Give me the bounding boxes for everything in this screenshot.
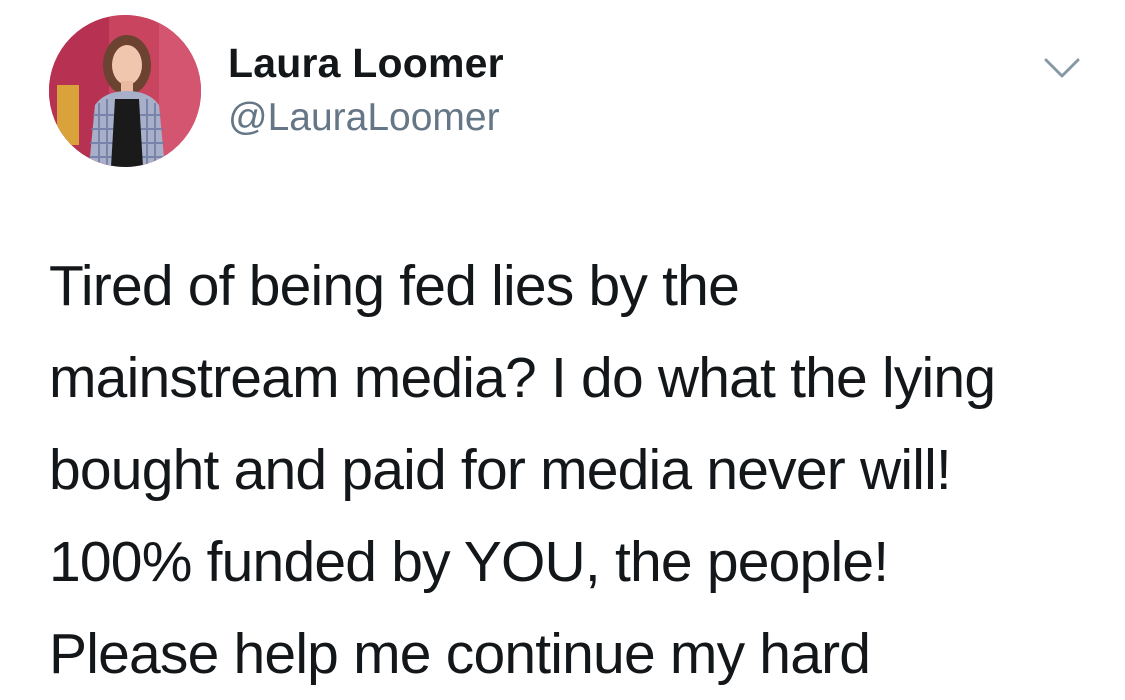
avatar[interactable] (49, 15, 201, 167)
tweet-text: Tired of being fed lies by the mainstrea… (49, 240, 1109, 700)
tweet-text-line: 100% funded by YOU, the people! (49, 530, 889, 594)
author-display-name[interactable]: Laura Loomer (228, 40, 504, 87)
tweet-text-line: mainstream media? I do what the lying (49, 346, 996, 410)
avatar-photo (49, 15, 201, 167)
tweet-text-line: bought and paid for media never will! (49, 438, 952, 502)
chevron-down-icon[interactable] (1040, 50, 1084, 86)
author-handle[interactable]: @LauraLoomer (228, 96, 500, 140)
tweet-header: Laura Loomer @LauraLoomer (0, 0, 1125, 200)
tweet-text-line: Tired of being fed lies by the (49, 254, 740, 318)
tweet-text-line: Please help me continue my hard (49, 622, 871, 686)
